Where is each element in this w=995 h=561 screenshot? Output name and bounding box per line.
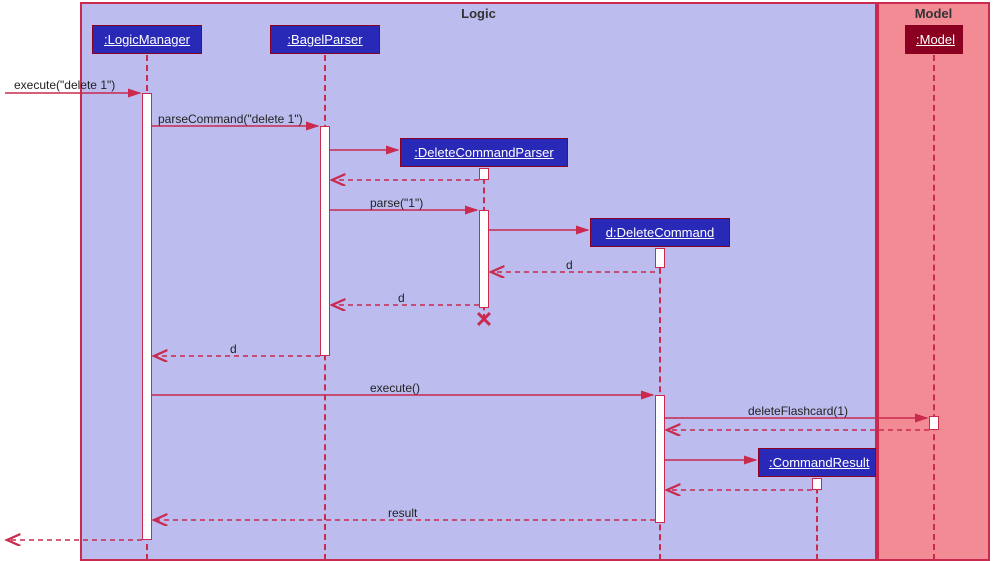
sequence-diagram: Logic Model :LogicManager :BagelParser :… — [0, 0, 995, 561]
msg-execute-call: execute() — [370, 381, 420, 395]
msg-delete-flashcard: deleteFlashcard(1) — [748, 404, 848, 418]
msg-return-d1: d — [566, 258, 573, 272]
msg-parse: parse("1") — [370, 196, 423, 210]
msg-execute1: execute("delete 1") — [14, 78, 115, 92]
msg-return-d3: d — [230, 342, 237, 356]
arrows-layer — [0, 0, 995, 561]
msg-result: result — [388, 506, 417, 520]
msg-return-d2: d — [398, 291, 405, 305]
msg-parse-command: parseCommand("delete 1") — [158, 112, 303, 126]
